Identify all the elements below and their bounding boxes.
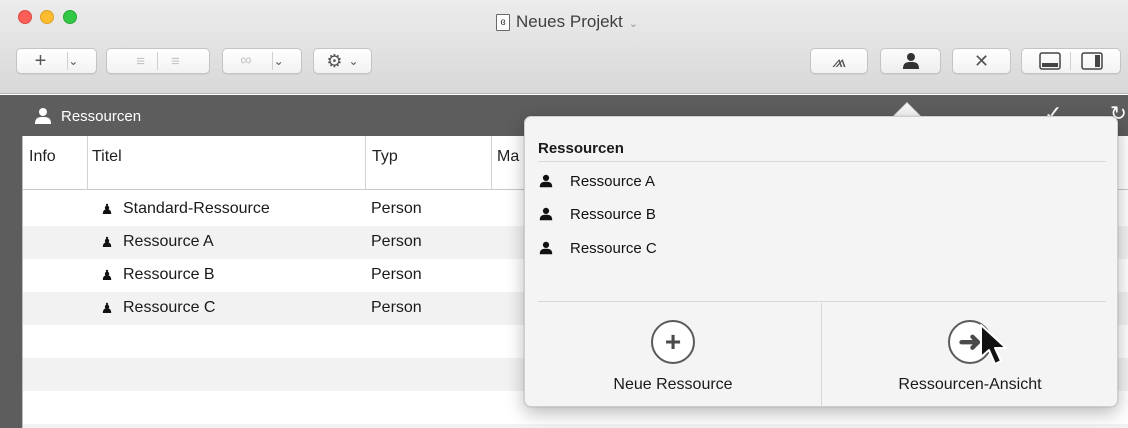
empty-row (23, 424, 1128, 428)
row-type: Person (371, 266, 422, 283)
link-menu-chevron-icon[interactable]: ⌄ (274, 54, 284, 68)
minimize-window-button[interactable] (40, 10, 54, 24)
link-icon[interactable]: ∞ (240, 52, 251, 70)
add-menu-chevron-icon[interactable]: ⌄ (68, 54, 78, 68)
row-type: Person (371, 233, 422, 250)
resources-inspector-button[interactable] (880, 48, 941, 74)
lightning-icon: ⩕ (831, 50, 847, 71)
window-title[interactable]: ɞ Neues Projekt ⌄ (496, 11, 638, 33)
popover-resource-item[interactable]: Ressource A (539, 170, 655, 192)
popover-item-label: Ressource C (570, 239, 657, 257)
side-pane-icon[interactable] (1081, 52, 1103, 70)
left-edge (0, 95, 22, 428)
popover-item-label: Ressource B (570, 205, 656, 223)
person-icon: ♟ (100, 233, 114, 250)
plus-circle-icon: + (651, 320, 695, 364)
lightning-button[interactable]: ⩕ (810, 48, 868, 74)
bottom-pane-icon[interactable] (1039, 52, 1061, 70)
pane-title-text: Ressourcen (61, 107, 142, 125)
window-title-text: Neues Projekt (516, 12, 623, 31)
person-icon: ♟ (100, 299, 114, 316)
add-button-group[interactable]: + ⌄ (16, 48, 97, 74)
row-type: Person (371, 299, 422, 316)
zoom-window-button[interactable] (63, 10, 77, 24)
person-icon (539, 241, 553, 255)
person-icon (539, 174, 553, 188)
document-icon: ɞ (496, 13, 510, 31)
tools-icon: ✕ (973, 50, 990, 71)
row-title: Ressource A (123, 233, 214, 250)
column-header-title[interactable]: Titel (92, 148, 122, 166)
resources-popover: Ressourcen Ressource A Ressource B Resso… (524, 116, 1118, 407)
person-icon: ♟ (100, 200, 114, 217)
popover-resource-item[interactable]: Ressource B (539, 203, 656, 225)
popover-resource-item[interactable]: Ressource C (539, 237, 657, 259)
resources-view-button[interactable]: ➜ Ressourcen-Ansicht (822, 303, 1118, 407)
new-resource-button[interactable]: + Neue Ressource (525, 303, 821, 407)
row-title: Ressource C (123, 299, 216, 316)
popover-item-label: Ressource A (570, 172, 656, 190)
title-bar: ɞ Neues Projekt ⌄ + ⌄ ≡ ≡ ∞ ⌄ ⚙ ⌄ ⩕ ✕ (0, 0, 1128, 94)
resources-view-label: Ressourcen-Ansicht (898, 376, 1042, 393)
gear-icon: ⚙ (326, 50, 343, 71)
view-layout-group[interactable] (1021, 48, 1121, 74)
action-menu-button[interactable]: ⚙ ⌄ (313, 48, 372, 74)
chevron-down-icon: ⌄ (348, 54, 359, 68)
add-button[interactable]: + (35, 50, 47, 73)
person-icon: ♟ (100, 266, 114, 283)
person-icon (35, 108, 51, 124)
person-icon (902, 53, 919, 69)
column-header-type[interactable]: Typ (372, 148, 398, 166)
outdent-icon[interactable]: ≡ (171, 53, 180, 70)
column-header-info[interactable]: Info (29, 148, 56, 166)
tools-button[interactable]: ✕ (952, 48, 1011, 74)
link-button-group[interactable]: ∞ ⌄ (222, 48, 302, 74)
chevron-down-icon: ⌄ (628, 17, 638, 30)
pane-title: Ressourcen (34, 106, 141, 126)
row-title: Ressource B (123, 266, 215, 283)
indent-icon[interactable]: ≡ (136, 53, 145, 70)
row-type: Person (371, 200, 422, 217)
indent-outdent-group[interactable]: ≡ ≡ (106, 48, 210, 74)
mouse-cursor-icon (980, 324, 1007, 365)
close-window-button[interactable] (18, 10, 32, 24)
row-title: Standard-Ressource (123, 200, 270, 217)
person-icon (539, 207, 553, 221)
popover-arrow (893, 103, 921, 117)
popover-title: Ressourcen (538, 140, 624, 157)
new-resource-label: Neue Ressource (613, 376, 733, 393)
column-header-truncated[interactable]: Ma (497, 148, 519, 166)
